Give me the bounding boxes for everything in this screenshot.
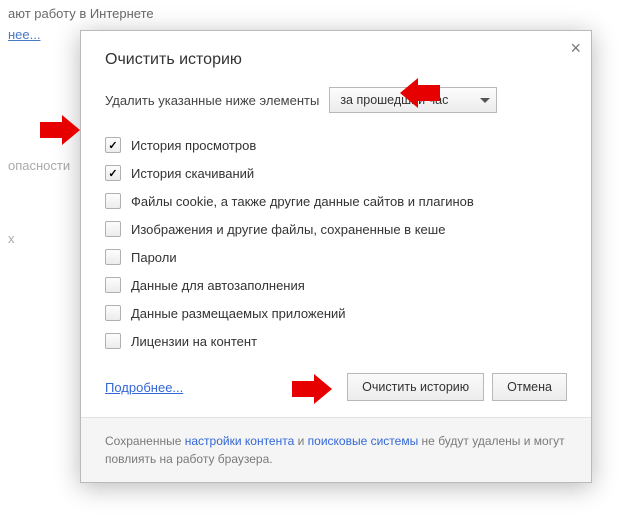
checkbox[interactable] <box>105 333 121 349</box>
checkbox[interactable] <box>105 249 121 265</box>
checkbox[interactable] <box>105 193 121 209</box>
dialog-footer: Сохраненные настройки контента и поисков… <box>81 417 591 482</box>
chevron-down-icon <box>480 98 490 103</box>
clear-item-row: Пароли <box>105 243 567 271</box>
checkbox-label[interactable]: История скачиваний <box>131 166 254 181</box>
clear-item-row: Файлы cookie, а также другие данные сайт… <box>105 187 567 215</box>
search-engines-link[interactable]: поисковые системы <box>308 434 419 448</box>
clear-item-row: История просмотров <box>105 131 567 159</box>
checkbox[interactable] <box>105 137 121 153</box>
checkbox-label[interactable]: Изображения и другие файлы, сохраненные … <box>131 222 445 237</box>
clear-item-row: Лицензии на контент <box>105 327 567 355</box>
time-range-label: Удалить указанные ниже элементы <box>105 93 319 108</box>
checkbox[interactable] <box>105 305 121 321</box>
checkbox-label[interactable]: Данные для автозаполнения <box>131 278 305 293</box>
clear-item-row: Данные для автозаполнения <box>105 271 567 299</box>
clear-item-row: Данные размещаемых приложений <box>105 299 567 327</box>
bg-text-1: ают работу в Интернете <box>8 6 632 21</box>
bg-link-more[interactable]: нее... <box>8 27 40 42</box>
clear-item-row: Изображения и другие файлы, сохраненные … <box>105 215 567 243</box>
clear-history-dialog: × Очистить историю Удалить указанные ниж… <box>80 30 592 483</box>
learn-more-link[interactable]: Подробнее... <box>105 380 183 395</box>
clear-history-button[interactable]: Очистить историю <box>347 373 484 401</box>
checkbox[interactable] <box>105 277 121 293</box>
checkbox-label[interactable]: Лицензии на контент <box>131 334 257 349</box>
dialog-title: Очистить историю <box>105 51 567 69</box>
checkbox[interactable] <box>105 221 121 237</box>
cancel-button[interactable]: Отмена <box>492 373 567 401</box>
checkbox-label[interactable]: Пароли <box>131 250 177 265</box>
checkbox-label[interactable]: Данные размещаемых приложений <box>131 306 346 321</box>
clear-items-list: История просмотров История скачиваний Файл… <box>105 131 567 355</box>
checkbox-label[interactable]: Файлы cookie, а также другие данные сайт… <box>131 194 474 209</box>
close-icon[interactable]: × <box>570 39 581 57</box>
checkbox[interactable] <box>105 165 121 181</box>
clear-item-row: История скачиваний <box>105 159 567 187</box>
checkbox-label[interactable]: История просмотров <box>131 138 256 153</box>
content-settings-link[interactable]: настройки контента <box>185 434 295 448</box>
